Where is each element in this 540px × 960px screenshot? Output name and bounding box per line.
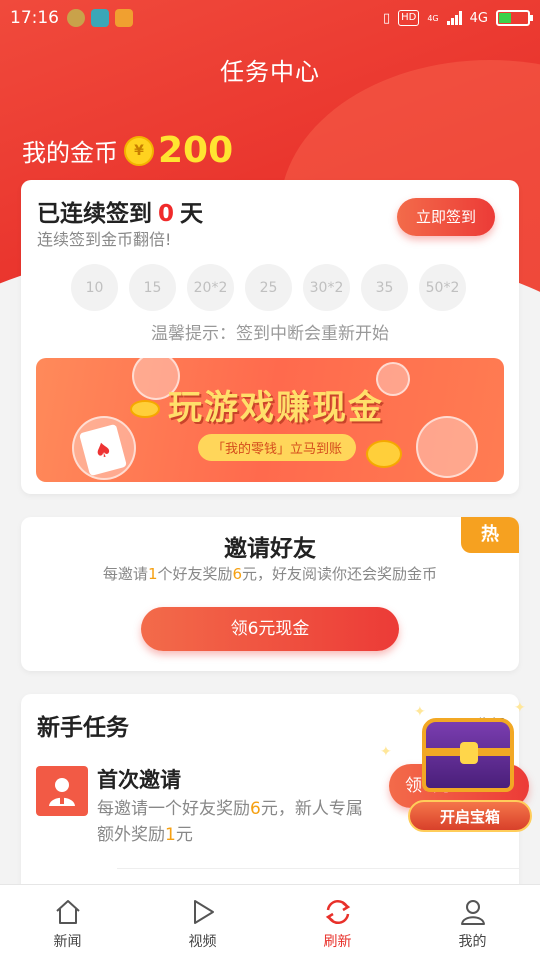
tab-refresh-label: 刷新 [323, 934, 352, 950]
invite-task-icon [36, 766, 88, 816]
tab-news[interactable]: 新闻 [0, 885, 135, 960]
coins-value: 200 [158, 130, 234, 171]
invite-desc-text: 每邀请 [102, 565, 148, 583]
bottom-tab-bar: 新闻 视频 刷新 我的 [0, 884, 540, 960]
tab-mine-label: 我的 [458, 934, 487, 950]
newbie-tasks-title: 新手任务 [37, 715, 129, 741]
task-desc-text-3: 元 [175, 825, 193, 845]
invite-desc-amount: 6 [232, 565, 243, 583]
task-desc-amount: 6 [250, 799, 261, 819]
treasure-chest-widget[interactable]: ✦ ✦ ✦ 开启宝箱 [380, 700, 534, 832]
task-desc-bonus: 1 [165, 825, 176, 845]
character-bubble-2 [416, 416, 478, 478]
signal-icon [446, 11, 462, 25]
divider [117, 868, 519, 869]
reward-day-5: 30*2 [303, 264, 350, 311]
invite-desc-text-3: 元，好友阅读你还会奖励金币 [242, 565, 438, 583]
task-description: 每邀请一个好友奖励6元，新人专属额外奖励1元 [97, 796, 367, 848]
sign-in-title-suffix: 天 [180, 201, 204, 227]
invite-desc-text-2: 个好友奖励 [157, 565, 233, 583]
network-label: 4G [469, 10, 488, 26]
sign-in-title-prefix: 已连续签到 [37, 201, 152, 227]
vibrate-icon: ▯ [382, 10, 391, 26]
sign-in-subtitle: 连续签到金币翻倍! [37, 230, 172, 249]
task-name: 首次邀请 [97, 768, 181, 792]
invite-title: 邀请好友 [224, 536, 316, 562]
reward-day-4: 25 [245, 264, 292, 311]
claim-cash-button[interactable]: 领6元现金 [141, 607, 399, 651]
tab-video[interactable]: 视频 [135, 885, 270, 960]
scan-notification-icon [91, 9, 109, 27]
coins-label: 我的金币 [22, 139, 118, 167]
sign-in-days: 0 [158, 201, 175, 227]
coin-icon: ¥ [124, 135, 154, 166]
task-desc-text: 每邀请一个好友奖励 [97, 799, 250, 819]
status-time: 17:16 [10, 8, 59, 28]
reward-day-1: 10 [71, 264, 118, 311]
battery-icon [496, 10, 533, 26]
reward-day-6: 35 [361, 264, 408, 311]
banner-title: 玩游戏赚现金 [168, 388, 384, 428]
reward-day-3: 20*2 [187, 264, 234, 311]
banner-subtitle: 「我的零钱」立马到账 [198, 434, 357, 461]
sparkle-icon: ✦ [414, 704, 426, 720]
app-notification-icon-2 [115, 9, 133, 27]
network-small-label: 4G [427, 13, 439, 23]
sign-in-card: 已连续签到 0 天 连续签到金币翻倍! 立即签到 10 15 20*2 25 30*… [21, 180, 519, 494]
invite-card: 热 邀请好友 每邀请1个好友奖励6元，好友阅读你还会奖励金币 领6元现金 [21, 517, 519, 671]
refresh-icon [325, 900, 350, 924]
user-icon [460, 900, 485, 925]
tab-news-label: 新闻 [53, 934, 82, 950]
open-treasure-label: 开启宝箱 [408, 800, 532, 832]
game-cash-banner[interactable]: ♠ 玩游戏赚现金 「我的零钱」立马到账 [36, 358, 504, 482]
home-icon [55, 900, 80, 924]
sparkle-icon-3: ✦ [514, 700, 526, 716]
gold-coin-icon [130, 400, 160, 418]
person-icon [49, 778, 75, 806]
my-coins: 我的金币 ¥ 200 [22, 130, 233, 171]
tab-video-label: 视频 [188, 934, 217, 950]
tab-refresh[interactable]: 刷新 [270, 885, 405, 960]
reward-day-7: 50*2 [419, 264, 466, 311]
hd-icon: HD [398, 10, 420, 26]
sign-in-tip: 温馨提示：签到中断会重新开始 [151, 324, 389, 344]
sign-in-button[interactable]: 立即签到 [397, 198, 495, 236]
app-notification-icon [67, 9, 85, 27]
sparkle-icon-2: ✦ [380, 744, 392, 760]
reward-day-2: 15 [129, 264, 176, 311]
page-title: 任务中心 [220, 58, 320, 86]
treasure-chest-icon [422, 718, 514, 792]
invite-description: 每邀请1个好友奖励6元，好友阅读你还会奖励金币 [21, 563, 519, 584]
status-bar: 17:16 ▯ HD 4G 4G [0, 0, 540, 36]
sign-in-title: 已连续签到 0 天 [37, 194, 203, 228]
gold-coin-icon-2 [366, 440, 402, 468]
tab-mine[interactable]: 我的 [405, 885, 540, 960]
play-icon [193, 900, 214, 924]
sign-in-rewards: 10 15 20*2 25 30*2 35 50*2 [71, 264, 466, 311]
